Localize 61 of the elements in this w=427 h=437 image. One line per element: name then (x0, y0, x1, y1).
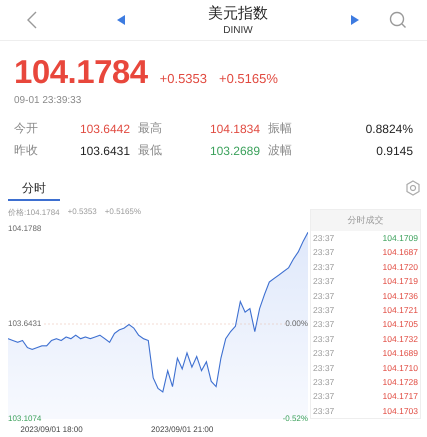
chart-tab[interactable]: 分时 (8, 175, 60, 201)
trade-time: 23:37 (313, 348, 334, 358)
search-icon[interactable] (389, 11, 407, 29)
quote-time: 09-01 23:39:33 (14, 95, 82, 106)
trade-price: 104.1703 (382, 406, 418, 416)
percent-change: +0.5165% (219, 71, 278, 86)
trade-price: 104.1717 (382, 391, 418, 402)
trade-price: 104.1736 (382, 290, 418, 301)
stat-value: 104.1834 (208, 122, 260, 136)
trade-price: 104.1721 (382, 304, 418, 315)
stat-label: 最高 (138, 120, 163, 137)
chart-info: 价格:104.1784 (8, 207, 60, 218)
stat-label: 最低 (138, 142, 163, 159)
stat-label: 今开 (14, 120, 39, 137)
stat-label: 振幅 (268, 120, 293, 137)
trade-time: 23:37 (313, 262, 334, 272)
axis-label: 103.1074 (8, 414, 42, 424)
axis-label: 2023/09/01 18:00 (20, 425, 83, 434)
trade-price: 104.1728 (382, 376, 418, 387)
trade-price: 104.1705 (382, 319, 418, 330)
stat-value: 0.8824% (364, 122, 413, 136)
trade-time: 23:37 (313, 276, 334, 286)
axis-label: 104.1788 (8, 224, 42, 234)
trade-price: 104.1689 (382, 348, 418, 358)
trade-time: 23:37 (313, 406, 334, 416)
axis-label: 2023/09/01 21:00 (151, 425, 214, 434)
trade-price: 104.1732 (382, 334, 418, 344)
price-change: +0.5353 (160, 71, 207, 86)
settings-icon[interactable] (405, 180, 421, 196)
trade-price: 104.1710 (382, 362, 418, 373)
trades-title: 分时成交 (311, 210, 420, 231)
stat-label: 昨收 (14, 142, 39, 159)
symbol-code: DINIW (223, 25, 253, 36)
stat-value: 0.9145 (375, 144, 413, 158)
trade-time: 23:37 (313, 233, 334, 243)
trade-time: 23:37 (313, 304, 334, 315)
axis-label: 0.00% (285, 319, 308, 329)
trade-time: 23:37 (313, 247, 334, 258)
chart-info: +0.5165% (104, 207, 141, 218)
trade-price: 104.1719 (382, 276, 418, 286)
trade-time: 23:37 (313, 334, 334, 344)
trade-price: 104.1720 (382, 262, 418, 272)
stat-value: 103.6431 (78, 144, 130, 158)
page-title: 美元指数 (208, 4, 268, 23)
current-price: 104.1784 (14, 53, 148, 91)
stat-label: 波幅 (268, 142, 293, 159)
axis-label: -0.52% (282, 414, 308, 424)
axis-label: 103.6431 (8, 319, 42, 329)
trade-price: 104.1709 (382, 233, 418, 243)
trade-time: 23:37 (313, 391, 334, 402)
back-icon[interactable] (27, 11, 37, 29)
previous-icon[interactable] (117, 15, 125, 25)
trade-time: 23:37 (313, 290, 334, 301)
trade-time: 23:37 (313, 319, 334, 330)
chart-info: +0.5353 (68, 207, 97, 218)
stat-value: 103.2689 (208, 144, 260, 158)
next-icon[interactable] (351, 15, 359, 25)
stat-value: 103.6442 (78, 122, 130, 136)
trade-time: 23:37 (313, 362, 334, 373)
trade-price: 104.1687 (382, 247, 418, 258)
trade-time: 23:37 (313, 376, 334, 387)
